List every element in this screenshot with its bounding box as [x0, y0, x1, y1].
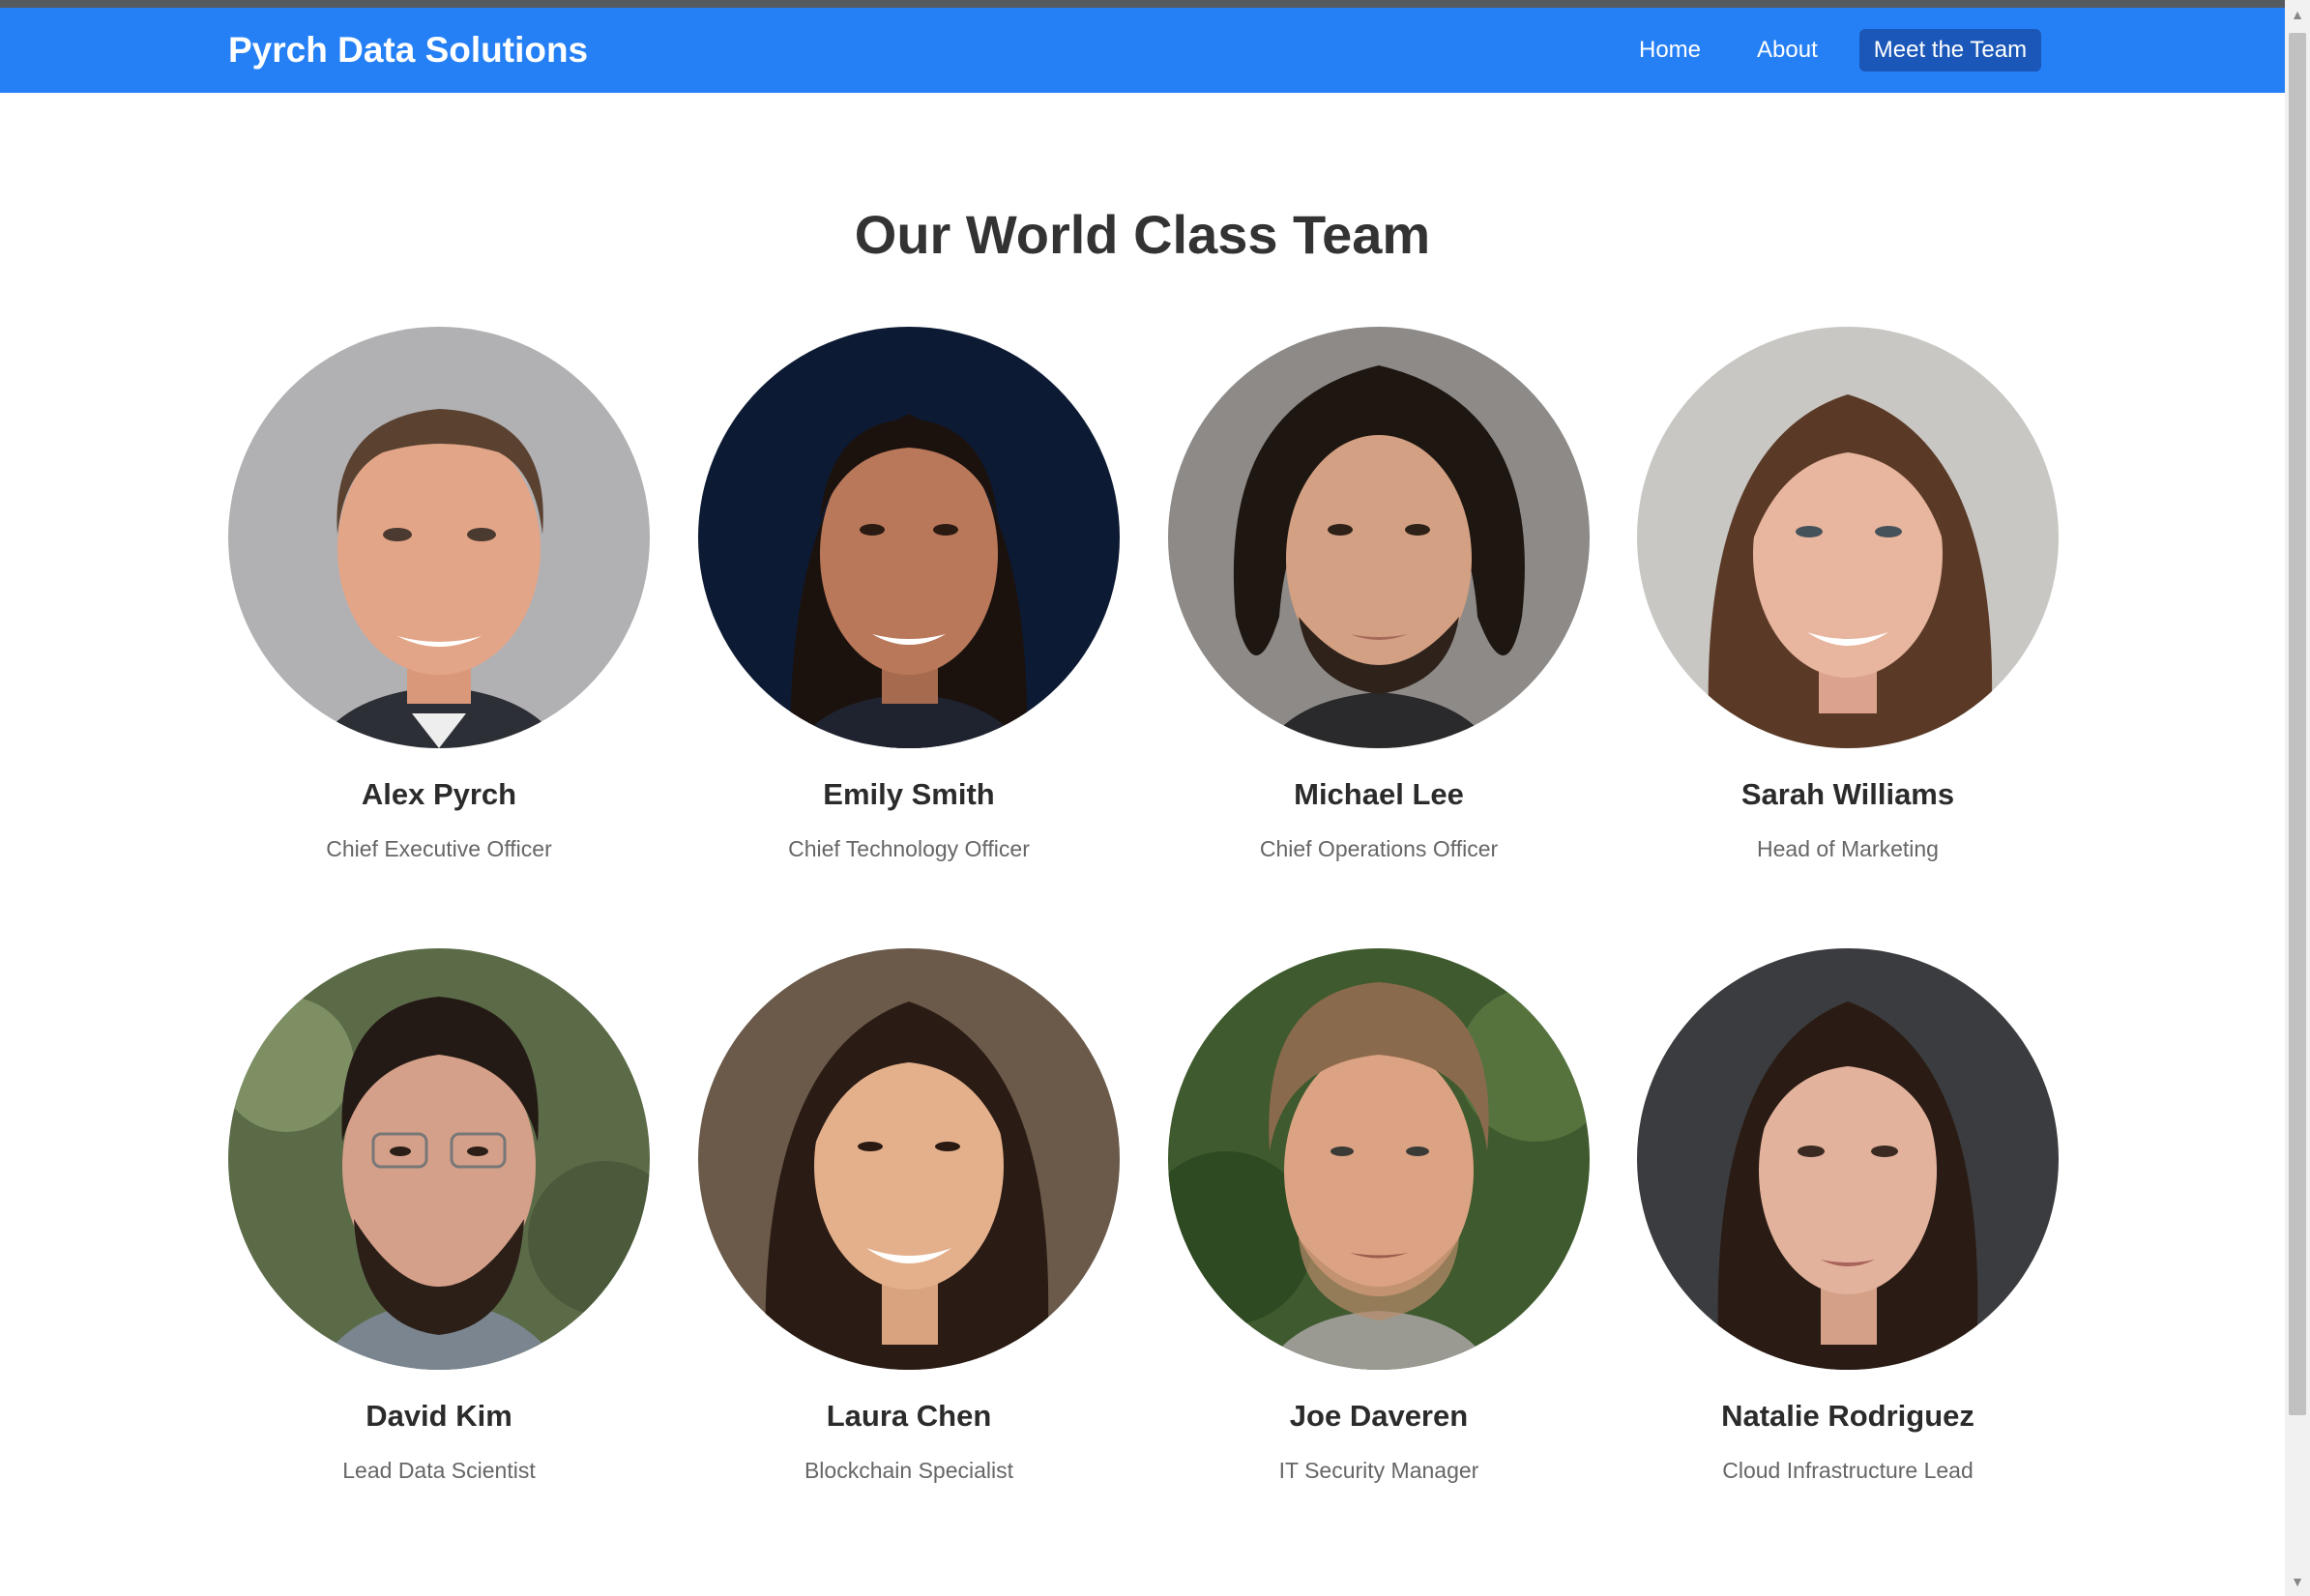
portrait-image [1637, 327, 2059, 748]
nav-home-link[interactable]: Home [1624, 29, 1715, 72]
member-role: IT Security Manager [1278, 1458, 1479, 1483]
team-member-card: Sarah Williams Head of Marketing [1637, 327, 2059, 862]
member-photo [228, 327, 650, 748]
member-role: Lead Data Scientist [342, 1458, 536, 1483]
member-name: Alex Pyrch [361, 777, 517, 811]
portrait-image [1637, 948, 2059, 1370]
member-photo [698, 327, 1120, 748]
team-member-card: Laura Chen Blockchain Specialist [698, 948, 1120, 1484]
team-member-card: Emily Smith Chief Technology Officer [698, 327, 1120, 862]
member-photo [1637, 948, 2059, 1370]
member-photo [698, 948, 1120, 1370]
member-photo [228, 948, 650, 1370]
member-name: David Kim [366, 1399, 512, 1433]
member-name: Michael Lee [1294, 777, 1464, 811]
portrait-image [1168, 327, 1590, 748]
portrait-image [698, 327, 1120, 748]
scroll-down-arrow-icon[interactable]: ▼ [2285, 1571, 2310, 1592]
nav-links: Home About Meet the Team [1624, 8, 2042, 93]
member-role: Head of Marketing [1757, 836, 1939, 861]
member-role: Chief Operations Officer [1259, 836, 1499, 861]
browser-top-edge [0, 0, 2310, 8]
member-role: Cloud Infrastructure Lead [1722, 1458, 1974, 1483]
portrait-image [228, 327, 650, 748]
member-photo [1637, 327, 2059, 748]
member-name: Joe Daveren [1289, 1399, 1469, 1433]
nav-meet-the-team-link[interactable]: Meet the Team [1858, 29, 2042, 72]
scroll-up-arrow-icon[interactable]: ▲ [2285, 4, 2310, 25]
team-member-card: Michael Lee Chief Operations Officer [1168, 327, 1590, 862]
member-name: Natalie Rodriguez [1721, 1399, 1974, 1433]
navbar: Pyrch Data Solutions Home About Meet the… [0, 8, 2285, 93]
portrait-image [228, 948, 650, 1370]
member-role: Chief Technology Officer [788, 836, 1030, 861]
team-member-card: Natalie Rodriguez Cloud Infrastructure L… [1637, 948, 2059, 1484]
member-photo [1168, 948, 1590, 1370]
brand-logo-text[interactable]: Pyrch Data Solutions [228, 8, 588, 93]
team-member-card: Alex Pyrch Chief Executive Officer [228, 327, 650, 862]
member-name: Laura Chen [826, 1399, 992, 1433]
team-member-card: Joe Daveren IT Security Manager [1168, 948, 1590, 1484]
member-photo [1168, 327, 1590, 748]
member-role: Chief Executive Officer [326, 836, 552, 861]
scrollbar-thumb[interactable] [2289, 33, 2306, 1415]
portrait-image [1168, 948, 1590, 1370]
portrait-image [698, 948, 1120, 1370]
team-member-card: David Kim Lead Data Scientist [228, 948, 650, 1484]
member-name: Emily Smith [823, 777, 995, 811]
member-role: Blockchain Specialist [804, 1458, 1014, 1483]
nav-about-link[interactable]: About [1742, 29, 1832, 72]
member-name: Sarah Williams [1740, 777, 1955, 811]
page-title: Our World Class Team [854, 204, 1431, 265]
page-scrollbar[interactable]: ▲ ▼ [2285, 0, 2310, 1596]
